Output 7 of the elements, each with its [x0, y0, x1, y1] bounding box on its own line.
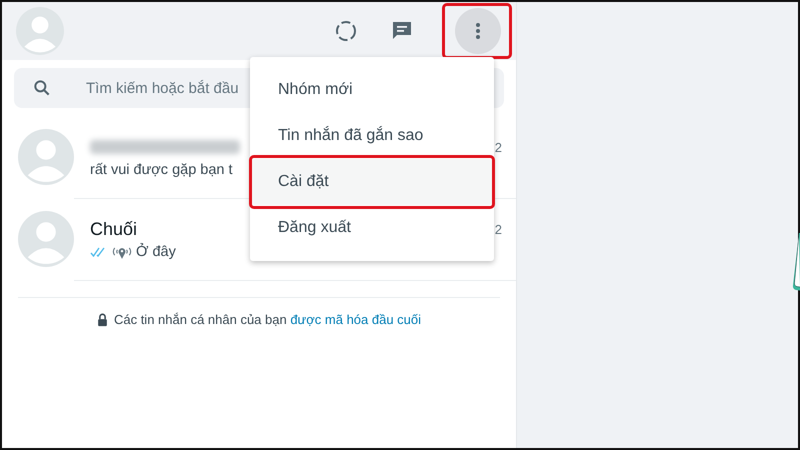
contact-name: Chuối	[90, 218, 138, 240]
chat-time: 2	[494, 140, 502, 154]
search-placeholder: Tìm kiếm hoặc bắt đầu	[86, 80, 239, 96]
message-preview: rất vui được gặp bạn t	[90, 162, 233, 178]
encryption-note: Các tin nhắn cá nhân của bạn được mã hóa đầu cuối	[114, 312, 422, 327]
message-preview: Ở đây	[136, 244, 176, 260]
chat-time: 2	[494, 222, 502, 236]
